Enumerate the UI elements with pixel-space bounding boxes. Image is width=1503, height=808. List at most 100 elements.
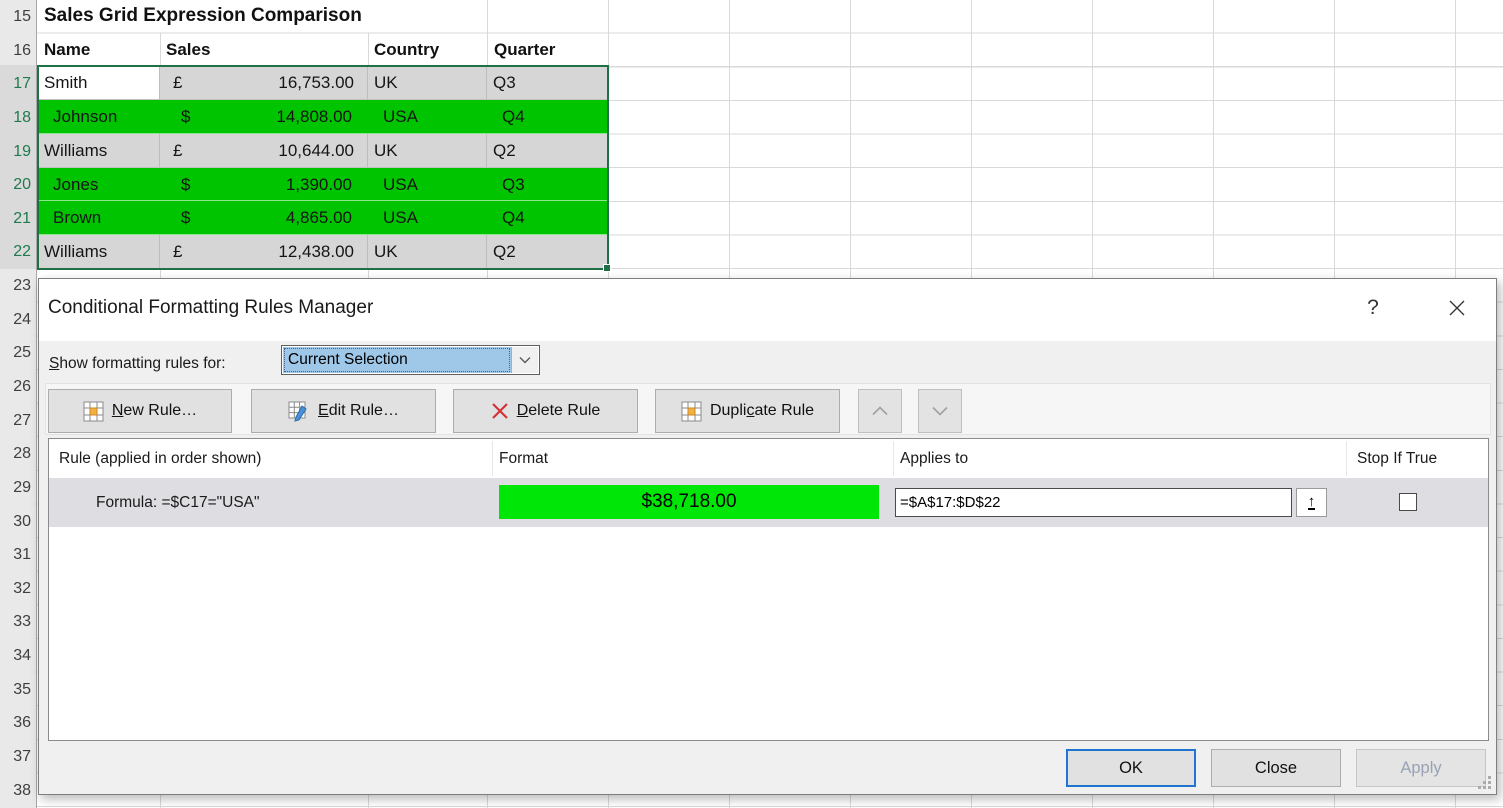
cell-c19[interactable]: UK <box>368 134 487 168</box>
edit-rule-icon <box>288 401 310 422</box>
cell-c21[interactable]: USA <box>368 201 487 235</box>
cell-d19[interactable]: Q2 <box>487 134 608 168</box>
cell-c18[interactable]: USA <box>368 100 487 134</box>
row-number[interactable]: 29 <box>0 471 31 505</box>
resize-grip[interactable] <box>1477 775 1491 789</box>
applies-column-header: Applies to <box>900 439 968 478</box>
row-number[interactable]: 32 <box>0 572 31 606</box>
new-rule-button[interactable]: New Rule… <box>48 389 232 433</box>
row-number[interactable]: 26 <box>0 370 31 404</box>
column-header-country[interactable]: Country <box>374 34 439 67</box>
column-header-sales[interactable]: Sales <box>166 34 210 67</box>
cell-d17[interactable]: Q3 <box>487 66 608 100</box>
chevron-down-icon <box>932 406 948 416</box>
rule-column-header: Rule (applied in order shown) <box>59 439 261 478</box>
row-number[interactable]: 27 <box>0 404 31 438</box>
row-number[interactable]: 19 <box>0 135 31 169</box>
cell-b18[interactable]: $14,808.00 <box>160 100 368 134</box>
row-number[interactable]: 18 <box>0 101 31 135</box>
row-number[interactable]: 37 <box>0 740 31 774</box>
column-separator <box>1346 441 1347 476</box>
move-rule-down-button[interactable] <box>918 389 962 433</box>
range-picker-button[interactable]: ↑ <box>1296 488 1327 517</box>
close-icon[interactable] <box>1440 293 1474 323</box>
row-number[interactable]: 31 <box>0 538 31 572</box>
sheet-title-cell[interactable]: Sales Grid Expression Comparison <box>44 0 362 33</box>
show-rules-label: Show formatting rules for: <box>49 349 226 379</box>
rules-list-panel: Rule (applied in order shown) Format App… <box>48 438 1489 741</box>
edit-rule-button[interactable]: Edit Rule… <box>251 389 436 433</box>
cell-d18[interactable]: Q4 <box>487 100 608 134</box>
duplicate-rule-button[interactable]: Duplicate Rule <box>655 389 840 433</box>
cell-a20[interactable]: Jones <box>38 168 160 202</box>
duplicate-rule-grid-icon <box>681 401 702 422</box>
row-number[interactable]: 20 <box>0 168 31 202</box>
cell-a19[interactable]: Williams <box>38 134 160 168</box>
amount: 16,753.00 <box>182 66 367 99</box>
row-number[interactable]: 22 <box>0 235 31 269</box>
table-row: Smith £16,753.00 UK Q3 <box>38 66 608 100</box>
cell-b21[interactable]: $4,865.00 <box>160 201 368 235</box>
cell-a17[interactable]: Smith <box>38 66 160 100</box>
table-row: Johnson $14,808.00 USA Q4 <box>38 100 608 134</box>
row-number[interactable]: 38 <box>0 774 31 808</box>
apply-button[interactable]: Apply <box>1356 749 1486 787</box>
dialog-title: Conditional Formatting Rules Manager <box>48 279 373 341</box>
cell-c22[interactable]: UK <box>368 235 487 269</box>
row-number[interactable]: 24 <box>0 303 31 337</box>
rule-row[interactable]: Formula: =$C17="USA" $38,718.00 ↑ <box>49 478 1488 527</box>
table-row: Brown $4,865.00 USA Q4 <box>38 201 608 235</box>
cell-b19[interactable]: £10,644.00 <box>160 134 368 168</box>
row-number[interactable]: 28 <box>0 437 31 471</box>
row-number[interactable]: 34 <box>0 639 31 673</box>
row-number[interactable]: 30 <box>0 505 31 539</box>
cell-b17[interactable]: £16,753.00 <box>160 66 368 100</box>
help-icon[interactable]: ? <box>1358 293 1388 323</box>
chevron-down-icon[interactable] <box>511 347 538 373</box>
fill-handle[interactable] <box>603 264 611 272</box>
cell-b22[interactable]: £12,438.00 <box>160 235 368 269</box>
cell-c20[interactable]: USA <box>368 168 487 202</box>
row-number[interactable]: 23 <box>0 269 31 303</box>
row-number[interactable]: 16 <box>0 34 31 68</box>
column-header-name[interactable]: Name <box>44 34 90 67</box>
button-label: dit Rule… <box>329 402 399 419</box>
show-rules-dropdown[interactable]: Current Selection <box>281 345 540 375</box>
row-number[interactable]: 33 <box>0 605 31 639</box>
applies-to-input[interactable] <box>895 488 1292 517</box>
delete-rule-button[interactable]: Delete Rule <box>453 389 638 433</box>
rule-formula-text: Formula: =$C17="USA" <box>96 478 260 527</box>
row-number[interactable]: 35 <box>0 673 31 707</box>
row-number[interactable]: 15 <box>0 0 31 34</box>
cell-d20[interactable]: Q3 <box>487 168 608 202</box>
ok-button[interactable]: OK <box>1066 749 1196 787</box>
cell-a22[interactable]: Williams <box>38 235 160 269</box>
cell-c17[interactable]: UK <box>368 66 487 100</box>
row-number[interactable]: 25 <box>0 336 31 370</box>
currency-symbol: £ <box>160 134 182 167</box>
close-button[interactable]: Close <box>1211 749 1341 787</box>
table-row: Williams £12,438.00 UK Q2 <box>38 235 608 269</box>
row-number[interactable]: 21 <box>0 202 31 236</box>
cell-d22[interactable]: Q2 <box>487 235 608 269</box>
currency-symbol: $ <box>160 168 190 201</box>
row-number[interactable]: 17 <box>0 67 31 101</box>
cell-d21[interactable]: Q4 <box>487 201 608 235</box>
button-label: ate Rule <box>754 402 814 419</box>
amount: 4,865.00 <box>190 201 368 234</box>
move-rule-up-button[interactable] <box>858 389 902 433</box>
amount: 1,390.00 <box>190 168 368 201</box>
cell-a18[interactable]: Johnson <box>38 100 160 134</box>
column-header-quarter[interactable]: Quarter <box>494 34 555 67</box>
button-label: ew Rule… <box>123 402 197 419</box>
dropdown-selected-value: Current Selection <box>283 347 511 373</box>
stop-if-true-checkbox[interactable] <box>1399 493 1417 511</box>
row-number[interactable]: 36 <box>0 706 31 740</box>
delete-x-icon <box>491 402 509 420</box>
rule-format-preview[interactable]: $38,718.00 <box>499 485 879 519</box>
cell-a21[interactable]: Brown <box>38 201 160 235</box>
cell-b20[interactable]: $1,390.00 <box>160 168 368 202</box>
currency-symbol: £ <box>160 66 182 99</box>
button-label: Dupli <box>710 402 746 419</box>
table-row: Williams £10,644.00 UK Q2 <box>38 134 608 168</box>
